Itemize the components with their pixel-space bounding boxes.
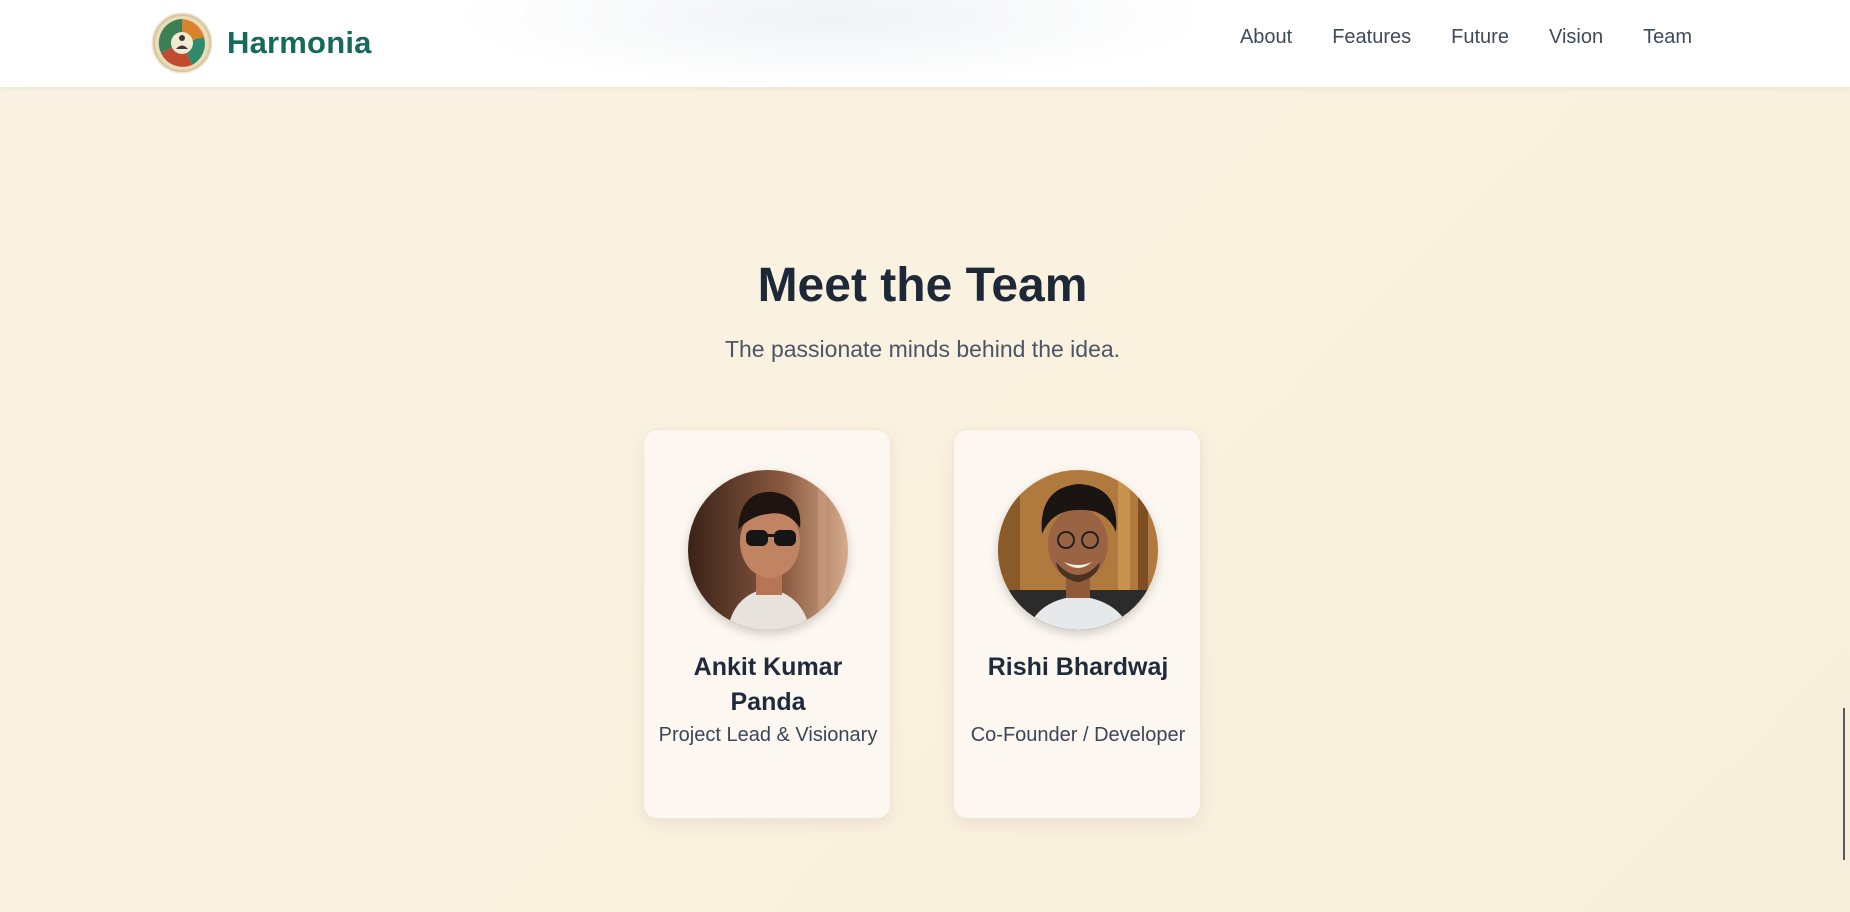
brand[interactable]: Harmonia bbox=[152, 13, 372, 73]
member-role: Co-Founder / Developer bbox=[970, 724, 1186, 746]
nav-link-about[interactable]: About bbox=[1240, 26, 1292, 49]
member-name: Ankit Kumar Panda bbox=[693, 653, 843, 716]
nav-link-team[interactable]: Team bbox=[1643, 26, 1692, 49]
nav-link-vision[interactable]: Vision bbox=[1549, 26, 1603, 49]
section-subtitle: The passionate minds behind the idea. bbox=[724, 336, 1121, 362]
nav-link-features[interactable]: Features bbox=[1332, 26, 1411, 49]
member-name: Rishi Bhardwaj bbox=[987, 653, 1169, 681]
brand-name[interactable]: Harmonia bbox=[227, 25, 372, 61]
member-role: Project Lead & Visionary bbox=[658, 724, 878, 746]
harmonia-logo-icon[interactable] bbox=[152, 13, 212, 73]
main-nav: About Features Future Vision Team bbox=[1200, 26, 1692, 49]
member-photo bbox=[688, 470, 848, 630]
scrollbar-thumb[interactable] bbox=[1843, 708, 1845, 860]
member-photo bbox=[998, 470, 1158, 630]
nav-link-future[interactable]: Future bbox=[1451, 26, 1509, 49]
header-glow bbox=[450, 0, 1210, 87]
section-title: Meet the Team bbox=[757, 259, 1088, 312]
team-member-card: Ankit Kumar Panda Project Lead & Visiona… bbox=[643, 429, 891, 819]
team-member-card: Rishi Bhardwaj Co-Founder / Developer bbox=[953, 429, 1201, 819]
site-header: Harmonia About Features Future Vision Te… bbox=[0, 0, 1850, 87]
